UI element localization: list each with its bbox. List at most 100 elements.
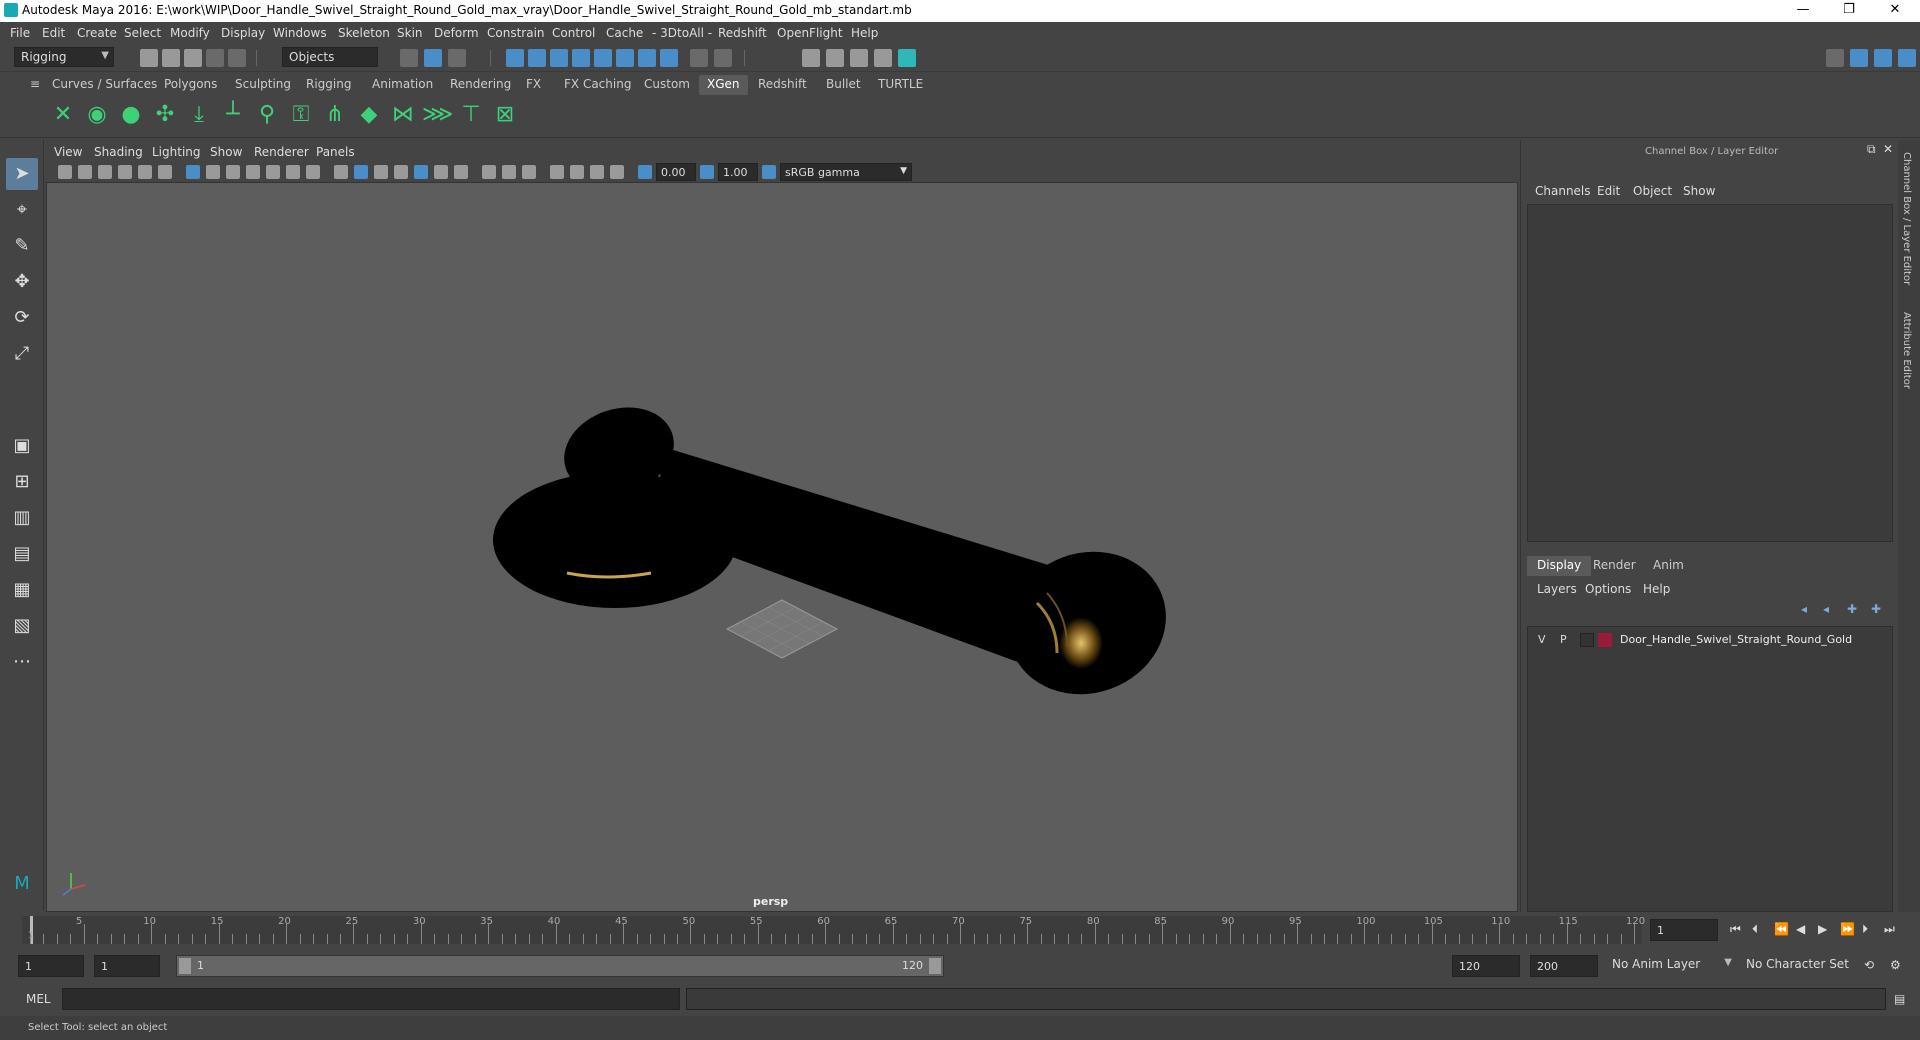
character-set-dropdown[interactable]: No Character Set: [1740, 955, 1860, 977]
xgen-sculpt-guide-icon[interactable]: ⚲: [252, 100, 282, 130]
channel-menu-object[interactable]: Object: [1633, 184, 1672, 198]
range-start-handle[interactable]: [179, 958, 191, 974]
motion-blur-icon[interactable]: [482, 165, 496, 179]
xgen-cut-icon[interactable]: ⊤: [456, 100, 486, 130]
tab-polygons[interactable]: Polygons: [156, 75, 225, 95]
ipr-render-icon[interactable]: [850, 49, 868, 67]
tab-fx-caching[interactable]: FX Caching: [556, 75, 639, 95]
go-to-start-icon[interactable]: ⏮: [1730, 922, 1741, 937]
field-chart-icon[interactable]: [266, 165, 280, 179]
gamma-field[interactable]: 1.00: [718, 163, 758, 181]
lasso-tool-icon[interactable]: ⌖: [6, 194, 38, 226]
animation-start-field[interactable]: 1: [18, 955, 84, 977]
layer-menu-layers[interactable]: Layers: [1537, 582, 1577, 596]
four-pane-layout-icon[interactable]: ⊞: [6, 466, 38, 498]
restore-button[interactable]: ❐: [1826, 0, 1872, 22]
workspace-icon[interactable]: [1826, 49, 1844, 67]
exposure-field[interactable]: 0.00: [656, 163, 696, 181]
select-component-icon[interactable]: [448, 49, 466, 67]
command-input[interactable]: [62, 988, 680, 1010]
rotate-tool-icon[interactable]: ⟳: [6, 302, 38, 334]
scale-tool-icon[interactable]: ⤢: [6, 338, 38, 370]
color-management-icon[interactable]: [762, 165, 776, 179]
wireframe-icon[interactable]: [334, 165, 348, 179]
snap-grid-icon[interactable]: [506, 49, 524, 67]
selection-mode-dropdown[interactable]: Objects: [282, 47, 378, 67]
menuset-dropdown[interactable]: Rigging ▼: [14, 47, 114, 67]
layer-color-swatch[interactable]: [1598, 633, 1612, 647]
grid-toggle-icon[interactable]: [186, 165, 200, 179]
tab-animation[interactable]: Animation: [364, 75, 441, 95]
layer-tab-anim[interactable]: Anim: [1643, 556, 1694, 576]
xgen-modifier-icon[interactable]: ⋙: [422, 100, 453, 130]
range-bar[interactable]: 1 120: [176, 955, 944, 977]
symmetry-icon[interactable]: [638, 49, 656, 67]
select-sets-icon[interactable]: [714, 49, 732, 67]
wireframe-on-shaded-icon[interactable]: [374, 165, 388, 179]
move-layer-down-icon[interactable]: ◂: [1823, 602, 1829, 616]
command-language-label[interactable]: MEL: [26, 992, 51, 1006]
three-pane-layout-icon[interactable]: ▦: [6, 574, 38, 606]
smooth-shade-icon[interactable]: [354, 165, 368, 179]
menu-skin[interactable]: Skin: [397, 26, 423, 40]
float-panel-icon[interactable]: ⧉: [1867, 142, 1876, 157]
attribute-editor-toggle-icon[interactable]: [1874, 49, 1892, 67]
paint-select-tool-icon[interactable]: ✎: [6, 230, 38, 262]
viewport-menu-shading[interactable]: Shading: [94, 145, 143, 159]
select-tool-icon[interactable]: ➤: [6, 158, 38, 190]
render-region-icon[interactable]: [826, 49, 844, 67]
textured-icon[interactable]: [394, 165, 408, 179]
menu-deform[interactable]: Deform: [434, 26, 479, 40]
playback-start-field[interactable]: 1: [94, 955, 160, 977]
lock-icon[interactable]: [690, 49, 708, 67]
current-frame-field[interactable]: 1: [1650, 919, 1718, 941]
tab-redshift[interactable]: Redshift: [750, 75, 815, 95]
grease-pencil-icon[interactable]: [158, 165, 172, 179]
menu-windows[interactable]: Windows: [273, 26, 327, 40]
anti-aliasing-icon[interactable]: [502, 165, 516, 179]
film-gate-icon[interactable]: [206, 165, 220, 179]
viewport-menu-view[interactable]: View: [54, 145, 82, 159]
layer-menu-options[interactable]: Options: [1585, 582, 1631, 596]
play-backward-icon[interactable]: ◀: [1796, 922, 1805, 936]
camera-select-icon[interactable]: [58, 165, 72, 179]
scene-view[interactable]: [47, 183, 1518, 912]
menu-modify[interactable]: Modify: [170, 26, 210, 40]
two-pane-stacked-layout-icon[interactable]: ▤: [6, 538, 38, 570]
image-plane-icon[interactable]: [118, 165, 132, 179]
menu-select[interactable]: Select: [124, 26, 161, 40]
step-forward-key-icon[interactable]: ⏩: [1840, 922, 1855, 936]
xgen-editor-icon[interactable]: ✕: [48, 100, 78, 130]
depth-of-field-icon[interactable]: [522, 165, 536, 179]
play-forward-icon[interactable]: ▶: [1818, 922, 1827, 936]
xray-joints-icon[interactable]: [590, 165, 604, 179]
two-pane-side-layout-icon[interactable]: ▥: [6, 502, 38, 534]
layer-playback-toggle[interactable]: P: [1560, 633, 1567, 646]
viewport-menu-show[interactable]: Show: [210, 145, 242, 159]
layout-options-icon[interactable]: ⋯: [6, 646, 38, 678]
xgen-place-icon[interactable]: ⤓: [184, 100, 214, 130]
animation-preferences-icon[interactable]: ⚙: [1890, 958, 1901, 972]
gate-mask-icon[interactable]: [246, 165, 260, 179]
go-to-end-icon[interactable]: ⏭: [1884, 922, 1895, 937]
camera-attributes-icon[interactable]: [78, 165, 92, 179]
color-space-dropdown[interactable]: sRGB gamma ▼: [780, 163, 912, 181]
channel-menu-show[interactable]: Show: [1683, 184, 1715, 198]
new-layer-icon[interactable]: ✚: [1847, 602, 1857, 616]
side-tab-channel-box[interactable]: Channel Box / Layer Editor: [1901, 152, 1912, 285]
menu-file[interactable]: File: [10, 26, 30, 40]
channel-box-toggle-icon[interactable]: [1898, 49, 1916, 67]
tab-bullet[interactable]: Bullet: [818, 75, 869, 95]
snap-view-plane-icon[interactable]: [572, 49, 590, 67]
animation-end-field[interactable]: 200: [1530, 955, 1598, 977]
script-editor-icon[interactable]: ▤: [1894, 992, 1905, 1006]
use-all-lights-icon[interactable]: [414, 165, 428, 179]
render-settings-icon[interactable]: [874, 49, 892, 67]
channel-menu-channels[interactable]: Channels: [1535, 184, 1591, 198]
tab-fx[interactable]: FX: [518, 75, 549, 95]
menu-control[interactable]: Control: [552, 26, 595, 40]
safe-action-icon[interactable]: [286, 165, 300, 179]
resolution-gate-icon[interactable]: [226, 165, 240, 179]
layer-tab-display[interactable]: Display: [1527, 556, 1592, 576]
side-tab-attribute-editor[interactable]: Attribute Editor: [1901, 312, 1912, 389]
